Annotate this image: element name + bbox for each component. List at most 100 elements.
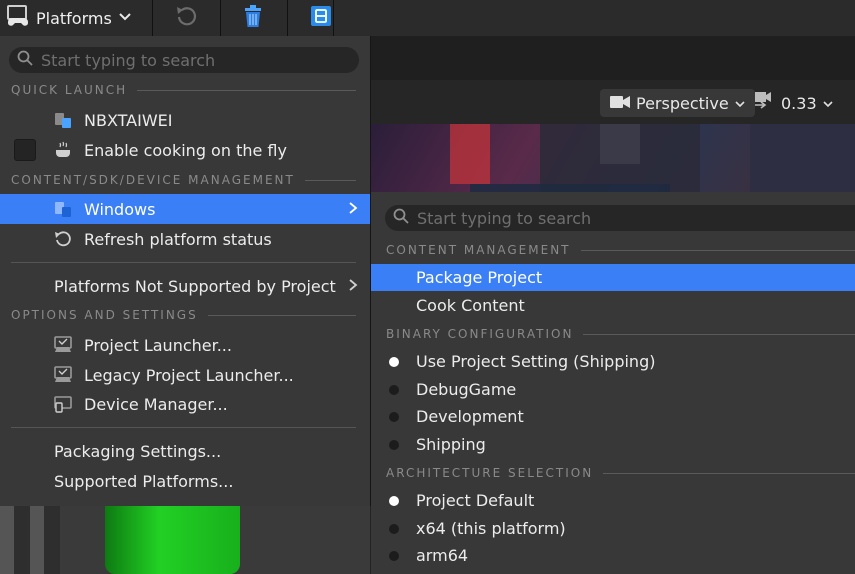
launcher-icon	[53, 365, 73, 385]
menu-search-box[interactable]	[9, 47, 359, 73]
submenu-item-use-project-setting[interactable]: Use Project Setting (Shipping)	[371, 348, 855, 375]
section-label: CONTENT MANAGEMENT	[386, 243, 571, 257]
submenu-item-x64[interactable]: x64 (this platform)	[371, 515, 855, 542]
section-divider	[580, 249, 855, 251]
menu-item-label: Use Project Setting (Shipping)	[416, 352, 656, 371]
refresh-icon	[53, 229, 73, 249]
cooking-pot-icon	[53, 140, 73, 160]
camera-speed-value: 0.33	[781, 93, 817, 113]
menu-search-input[interactable]	[41, 50, 341, 70]
menu-item-packaging-settings[interactable]: Packaging Settings...	[0, 436, 370, 466]
menu-item-label: x64 (this platform)	[416, 519, 566, 538]
submenu-item-package-project[interactable]: Package Project	[371, 264, 855, 291]
menu-item-supported-platforms[interactable]: Supported Platforms...	[0, 466, 370, 496]
menu-item-platforms-not-supported[interactable]: Platforms Not Supported by Project	[0, 271, 370, 301]
section-architecture-selection: ARCHITECTURE SELECTION	[386, 466, 855, 480]
menu-item-label: Enable cooking on the fly	[84, 140, 287, 160]
undo-button[interactable]	[174, 0, 198, 36]
submenu-item-cook-content[interactable]: Cook Content	[371, 292, 855, 319]
section-label: CONTENT/SDK/DEVICE MANAGEMENT	[11, 173, 295, 187]
blueprint-button[interactable]	[310, 0, 332, 36]
submenu-item-shipping[interactable]: Shipping	[371, 431, 855, 458]
submenu-search-input[interactable]	[417, 208, 837, 228]
radio-button[interactable]	[389, 523, 399, 534]
menu-item-project-launcher[interactable]: Project Launcher...	[0, 330, 370, 360]
section-divider	[304, 179, 356, 181]
menu-item-label: Packaging Settings...	[54, 441, 222, 461]
menu-item-label: Package Project	[416, 268, 543, 287]
perspective-dropdown-button[interactable]: Perspective	[600, 89, 755, 117]
menu-item-label: Supported Platforms...	[54, 471, 234, 491]
section-label: QUICK LAUNCH	[11, 83, 128, 97]
launcher-icon	[53, 335, 73, 355]
menu-divider	[11, 262, 356, 263]
secondary-toolbar	[370, 36, 855, 80]
section-quick-launch: QUICK LAUNCH	[11, 83, 356, 97]
radio-button[interactable]	[389, 384, 399, 395]
menu-item-label: Shipping	[416, 435, 486, 454]
windows-platform-icon	[53, 199, 73, 219]
camera-speed-icon	[753, 91, 775, 115]
perspective-label: Perspective	[636, 93, 729, 113]
submenu-item-project-default[interactable]: Project Default	[371, 487, 855, 514]
chevron-down-icon	[735, 94, 745, 113]
menu-item-nbxtaiwei[interactable]: NBXTAIWEI	[0, 105, 370, 135]
menu-item-label: Platforms Not Supported by Project	[54, 276, 336, 296]
device-manager-icon	[53, 394, 73, 414]
radio-button[interactable]	[389, 411, 399, 422]
camera-speed-dropdown-button[interactable]: 0.33	[753, 89, 833, 117]
green-cylinder	[105, 506, 240, 574]
radio-button[interactable]	[389, 439, 399, 450]
toolbar-separator	[333, 0, 334, 36]
viewport-header: Perspective 0.33	[370, 80, 855, 124]
menu-divider	[11, 427, 356, 428]
menu-item-label: Project Launcher...	[84, 335, 232, 355]
menu-item-label: Windows	[84, 199, 156, 219]
menu-item-label: DebugGame	[416, 380, 517, 399]
menu-item-windows[interactable]: Windows	[0, 194, 370, 224]
chevron-right-icon	[348, 276, 358, 297]
platforms-menu: QUICK LAUNCH NBXTAIWEI Enable cooking on…	[0, 36, 371, 506]
main-toolbar: Platforms	[0, 0, 855, 36]
chevron-right-icon	[348, 199, 358, 220]
section-divider	[603, 472, 855, 474]
menu-item-refresh-platform-status[interactable]: Refresh platform status	[0, 224, 370, 254]
menu-item-label: Project Default	[416, 491, 535, 510]
viewport-scene-bottom	[0, 506, 370, 574]
menu-item-label: Refresh platform status	[84, 229, 272, 249]
section-label: BINARY CONFIGURATION	[386, 327, 574, 341]
search-icon	[17, 50, 33, 70]
search-icon	[393, 208, 409, 228]
blueprint-icon	[310, 5, 332, 31]
section-options-settings: OPTIONS AND SETTINGS	[11, 308, 356, 322]
enable-cooking-checkbox[interactable]	[14, 139, 36, 161]
menu-item-label: NBXTAIWEI	[84, 110, 173, 130]
menu-item-legacy-project-launcher[interactable]: Legacy Project Launcher...	[0, 360, 370, 390]
gamepad-monitor-icon	[6, 4, 30, 32]
section-label: ARCHITECTURE SELECTION	[386, 466, 594, 480]
section-binary-configuration: BINARY CONFIGURATION	[386, 327, 855, 341]
menu-item-enable-cooking[interactable]: Enable cooking on the fly	[0, 135, 370, 165]
section-content-sdk: CONTENT/SDK/DEVICE MANAGEMENT	[11, 173, 356, 187]
section-content-management: CONTENT MANAGEMENT	[386, 243, 855, 257]
section-divider	[583, 333, 855, 335]
menu-item-device-manager[interactable]: Device Manager...	[0, 389, 370, 419]
trash-icon	[242, 4, 264, 32]
toolbar-separator	[152, 0, 153, 36]
submenu-item-debuggame[interactable]: DebugGame	[371, 376, 855, 403]
toolbar-separator	[220, 0, 221, 36]
trash-button[interactable]	[242, 0, 264, 36]
chevron-down-icon	[118, 9, 132, 28]
radio-button-selected[interactable]	[389, 495, 399, 506]
submenu-item-development[interactable]: Development	[371, 403, 855, 430]
submenu-search-box[interactable]	[385, 205, 855, 231]
chevron-down-icon	[823, 94, 833, 113]
radio-button[interactable]	[389, 550, 399, 561]
striped-object	[0, 506, 60, 574]
menu-item-label: arm64	[416, 546, 469, 565]
radio-button-selected[interactable]	[389, 356, 399, 367]
menu-item-label: Legacy Project Launcher...	[84, 365, 294, 385]
section-divider	[137, 89, 356, 91]
platforms-dropdown-button[interactable]: Platforms	[6, 0, 132, 36]
submenu-item-arm64[interactable]: arm64	[371, 542, 855, 569]
